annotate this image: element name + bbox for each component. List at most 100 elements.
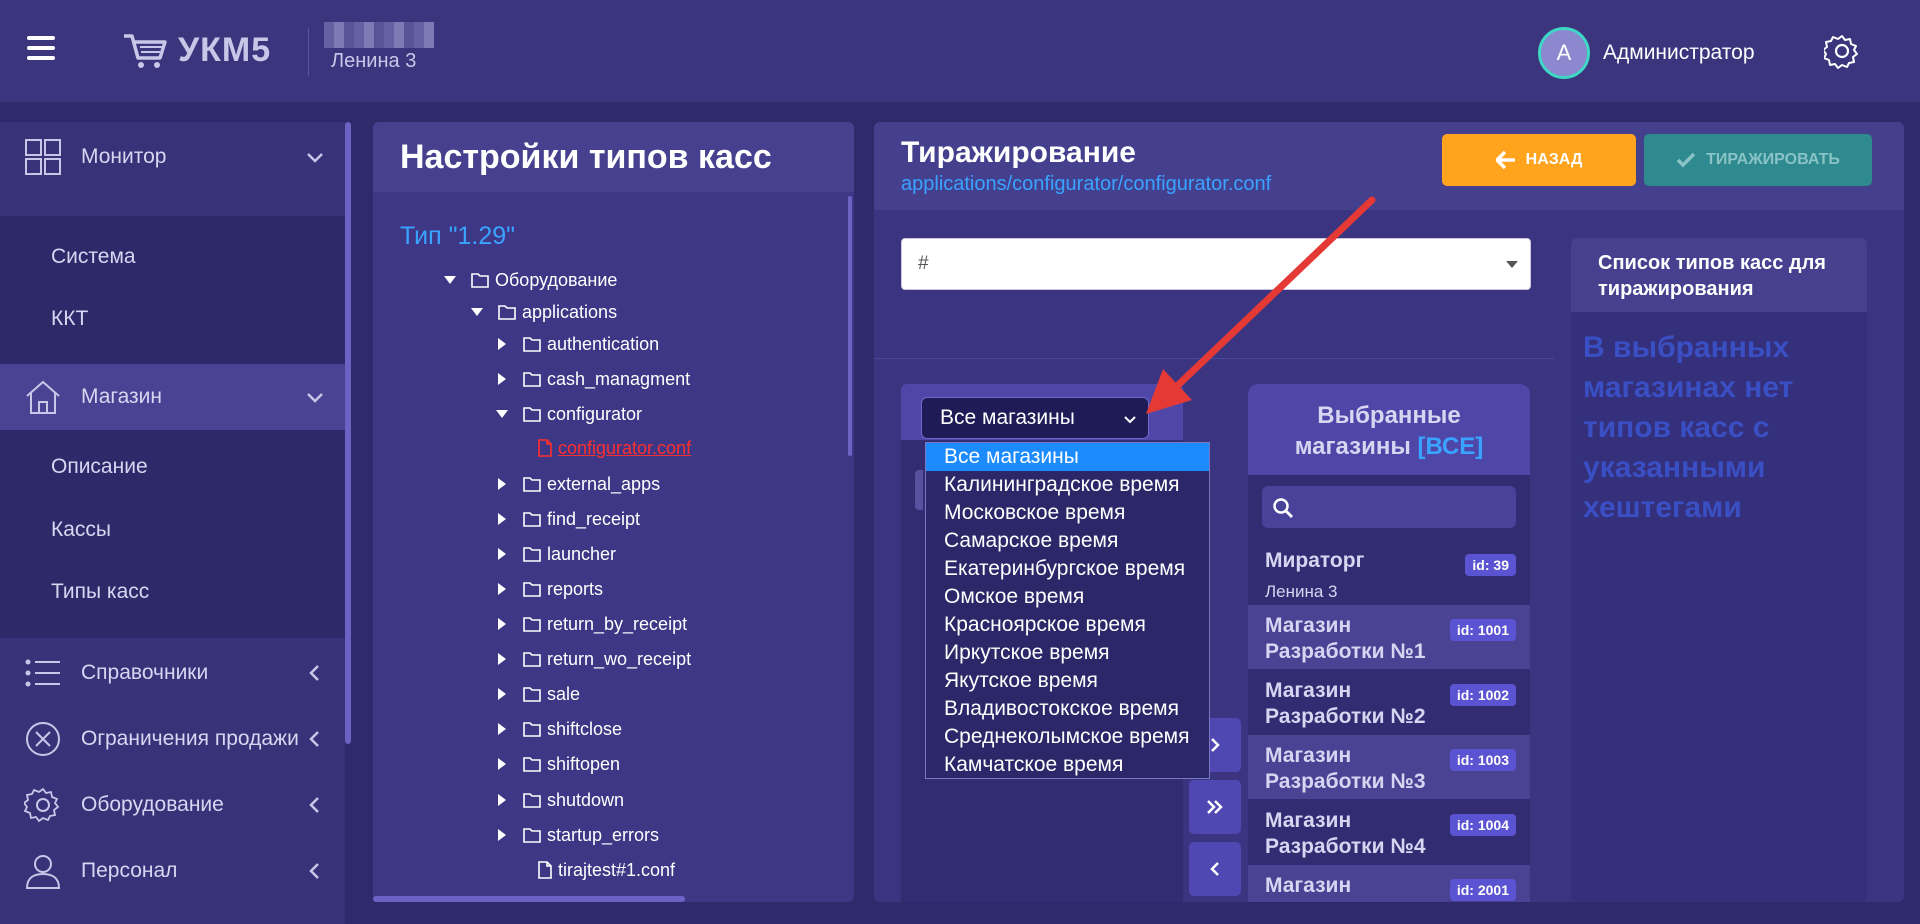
tree-node[interactable]: return_by_receipt	[495, 609, 687, 639]
caret-right-icon[interactable]	[495, 477, 509, 491]
store-name: Магазин Аналитики	[1265, 874, 1377, 902]
sidebar-item-directories[interactable]: Справочники	[0, 640, 345, 706]
dropdown-option[interactable]: Московское время	[926, 499, 1209, 527]
folder-icon	[523, 617, 541, 632]
user-name[interactable]: Администратор	[1603, 41, 1755, 65]
sidebar-item-monitor[interactable]: Монитор	[0, 124, 345, 190]
caret-right-icon[interactable]	[495, 793, 509, 807]
store-list-item[interactable]: Магазин Разработки №3 id: 1003	[1248, 735, 1530, 799]
move-left-button[interactable]	[1189, 842, 1241, 896]
tree-horizontal-scrollbar[interactable]	[373, 896, 685, 902]
folder-icon	[523, 828, 541, 843]
caret-right-icon[interactable]	[495, 757, 509, 771]
tree-node[interactable]: configurator	[495, 399, 642, 429]
sidebar-sub-system[interactable]: Система	[0, 226, 345, 288]
caret-right-icon[interactable]	[495, 652, 509, 666]
dropdown-option[interactable]: Владивостокское время	[926, 695, 1209, 723]
dropdown-option[interactable]: Якутское время	[926, 667, 1209, 695]
caret-right-icon[interactable]	[495, 512, 509, 526]
cart-icon	[124, 34, 167, 68]
avatar[interactable]: А	[1538, 27, 1590, 79]
replicate-button-label: ТИРАЖИРОВАТЬ	[1706, 151, 1840, 168]
tree-node[interactable]: launcher	[495, 539, 616, 569]
select-all-link[interactable]: [ВСЕ]	[1418, 433, 1484, 460]
chevron-left-icon	[309, 731, 319, 747]
timezone-filter-select[interactable]: Все магазины	[921, 397, 1149, 439]
sidebar-sub-registers[interactable]: Кассы	[0, 499, 345, 561]
sidebar-sub-description[interactable]: Описание	[0, 436, 345, 498]
sidebar-item-equipment[interactable]: Оборудование	[0, 772, 345, 838]
tree-node[interactable]: shiftclose	[495, 714, 622, 744]
current-store-name[interactable]: Ленина 3	[331, 50, 416, 73]
dropdown-option[interactable]: Иркутское время	[926, 639, 1209, 667]
hamburger-menu-icon[interactable]	[27, 36, 55, 60]
user-icon	[25, 855, 61, 889]
sidebar-item-label: Монитор	[81, 145, 167, 168]
file-icon	[538, 861, 552, 879]
monitor-submenu: Система ККТ	[0, 216, 345, 364]
dropdown-option[interactable]: Все магазины	[926, 443, 1209, 471]
hashtag-select[interactable]: #	[901, 238, 1531, 290]
tree-node[interactable]: startup_errors	[495, 820, 659, 850]
tree-node[interactable]: applications	[470, 297, 617, 327]
caret-right-icon[interactable]	[495, 372, 509, 386]
tree-node[interactable]: cash_managment	[495, 364, 690, 394]
tree-node[interactable]: tirajtest#1.conf	[538, 855, 675, 885]
store-list-item[interactable]: Магазин Разработки №1 id: 1001	[1248, 605, 1530, 669]
caret-right-icon[interactable]	[495, 337, 509, 351]
tree-node[interactable]: shiftopen	[495, 749, 620, 779]
back-button[interactable]: НАЗАД	[1442, 134, 1636, 186]
sidebar-scrollbar[interactable]	[345, 122, 351, 744]
caret-down-icon[interactable]	[470, 305, 484, 319]
tree-node[interactable]: return_wo_receipt	[495, 644, 691, 674]
chevron-left-icon	[1210, 862, 1219, 876]
replicate-button[interactable]: ТИРАЖИРОВАТЬ	[1644, 134, 1872, 186]
register-type-label[interactable]: Тип "1.29"	[400, 222, 515, 251]
tree-node[interactable]: sale	[495, 679, 580, 709]
caret-right-icon[interactable]	[495, 828, 509, 842]
tree-node[interactable]: reports	[495, 574, 603, 604]
sidebar-sub-register-types[interactable]: Типы касс	[0, 561, 345, 623]
folder-icon	[498, 305, 516, 320]
caret-right-icon[interactable]	[495, 547, 509, 561]
caret-right-icon[interactable]	[495, 582, 509, 596]
caret-down-icon[interactable]	[443, 273, 457, 287]
dropdown-option[interactable]: Самарское время	[926, 527, 1209, 555]
logo[interactable]: УКМ5	[122, 28, 271, 72]
dropdown-option[interactable]: Екатеринбургское время	[926, 555, 1209, 583]
move-all-right-button[interactable]	[1189, 780, 1241, 834]
store-list-item[interactable]: Магазин Разработки №4 id: 1004	[1248, 800, 1530, 864]
empty-state-message: В выбранных магазинах нет типов касс с у…	[1583, 331, 1794, 524]
tree-node[interactable]: external_apps	[495, 469, 660, 499]
sidebar-item-personnel[interactable]: Персонал	[0, 838, 345, 904]
tree-node[interactable]: Оборудование	[443, 265, 617, 295]
store-list-item[interactable]: Магазин Аналитики id: 2001	[1248, 865, 1530, 902]
dropdown-option[interactable]: Омское время	[926, 583, 1209, 611]
store-id-badge: id: 1001	[1449, 619, 1516, 641]
dropdown-option[interactable]: Калининградское время	[926, 471, 1209, 499]
dropdown-option[interactable]: Красноярское время	[926, 611, 1209, 639]
caret-right-icon[interactable]	[495, 617, 509, 631]
caret-down-icon[interactable]	[495, 407, 509, 421]
sidebar-sub-kkt[interactable]: ККТ	[0, 288, 345, 350]
settings-gear-icon[interactable]	[1824, 33, 1860, 69]
tree-node[interactable]: authentication	[495, 329, 659, 359]
chevron-left-icon	[309, 665, 319, 681]
config-file-path[interactable]: applications/configurator/configurator.c…	[901, 173, 1271, 196]
available-search-input[interactable]	[915, 470, 923, 510]
tree-node[interactable]: configurator.conf	[538, 433, 691, 463]
selected-search-input[interactable]	[1262, 486, 1516, 528]
caret-right-icon[interactable]	[495, 687, 509, 701]
sidebar-item-sale-limits[interactable]: Ограничения продажи	[0, 706, 345, 772]
tree-node[interactable]: find_receipt	[495, 504, 640, 534]
store-list-item[interactable]: Мираторг Ленина 3 id: 39	[1248, 540, 1530, 604]
tree-node[interactable]: shutdown	[495, 785, 624, 815]
dropdown-option[interactable]: Камчатское время	[926, 751, 1209, 779]
dropdown-option[interactable]: Среднеколымское время	[926, 723, 1209, 751]
grid-icon	[25, 139, 61, 175]
sidebar-item-store[interactable]: Магазин	[0, 364, 345, 430]
tree-vertical-scrollbar[interactable]	[848, 196, 852, 456]
store-list-item[interactable]: Магазин Разработки №2 id: 1002	[1248, 670, 1530, 734]
list-icon	[25, 659, 60, 687]
caret-right-icon[interactable]	[495, 722, 509, 736]
